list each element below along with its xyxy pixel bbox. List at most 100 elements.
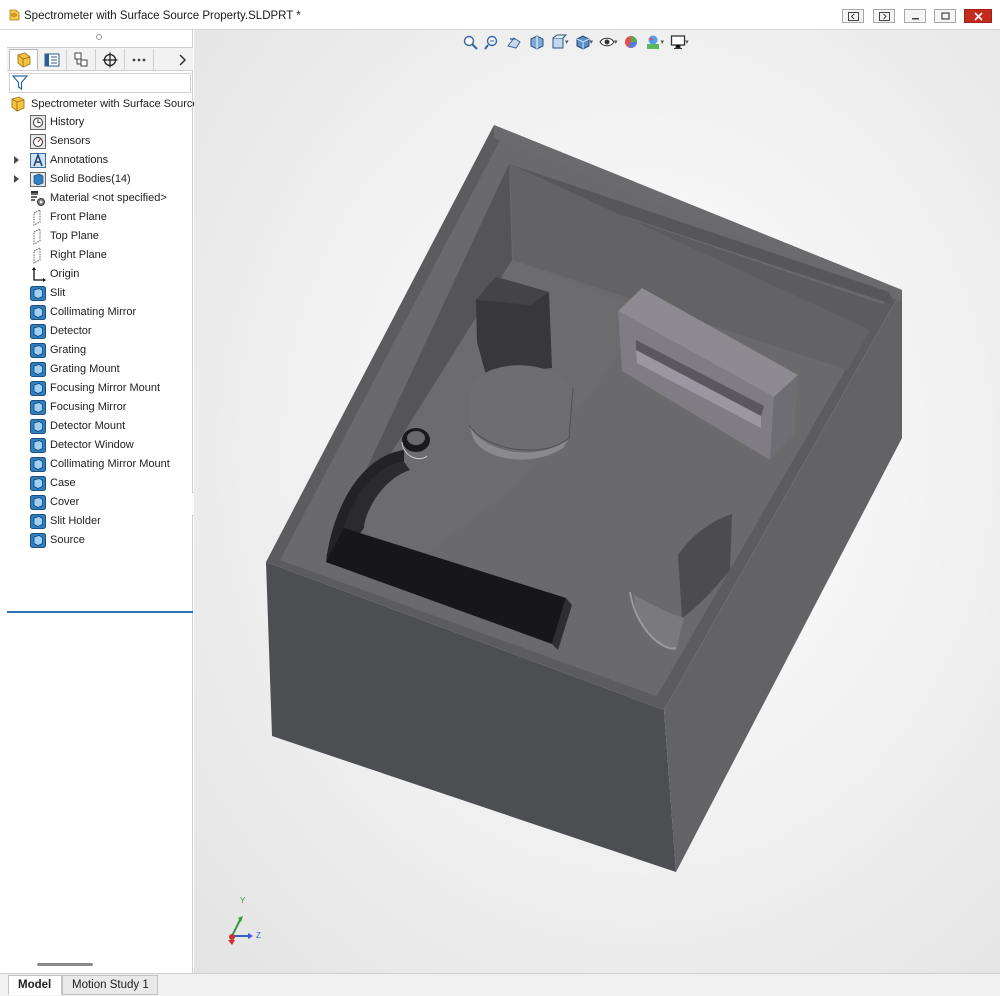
tree-item-label: Slit [50,287,66,299]
tree-item-grating[interactable]: Grating [7,341,193,360]
section-view-button[interactable] [525,32,547,52]
horizontal-scrollbar[interactable] [37,963,93,966]
plane-icon [33,228,41,245]
tree-item-detector-window[interactable]: Detector Window [7,436,193,455]
grating-mount[interactable] [476,277,552,375]
tree-item-sensors[interactable]: Sensors [7,132,193,151]
tree-item-label: Detector Window [50,439,134,451]
tree-item-focusing-mirror[interactable]: Focusing Mirror [7,398,193,417]
zoom-to-fit-button[interactable] [459,32,481,52]
dropdown-caret-icon[interactable]: ▾ [685,38,689,46]
tab-motion-study[interactable]: Motion Study 1 [62,975,158,995]
tile-right-button[interactable] [873,9,895,23]
tree-item-label: Sensors [50,135,91,147]
title-bar: Spectrometer with Surface Source Propert… [0,0,1000,30]
grating-pedestal[interactable] [468,365,574,460]
tree-item-material-not-specified[interactable]: Material <not specified> [7,189,193,208]
tree-item-slit-holder[interactable]: Slit Holder [7,512,193,531]
restore-button[interactable] [934,9,956,23]
body-icon [30,419,46,434]
tree-item-label: Detector [50,325,92,337]
tree-item-label: Grating Mount [50,363,120,375]
minimize-button[interactable] [904,9,926,23]
tree-item-label: Source [50,534,85,546]
tree-item-cover[interactable]: Cover [7,493,193,512]
dropdown-caret-icon[interactable]: ▾ [565,38,569,46]
tab-model[interactable]: Model [8,975,62,995]
body-icon [30,514,46,529]
annotations-icon [30,152,46,168]
tree-item-case[interactable]: Case [7,474,193,493]
tree-item-history[interactable]: History [7,113,193,132]
tree-item-slit[interactable]: Slit [7,284,193,303]
history-icon [30,115,46,130]
tree-item-annotations[interactable]: Annotations [7,151,193,170]
view-orientation-icon [552,34,567,48]
expand-panel-button[interactable] [167,49,196,70]
tree-item-origin[interactable]: Origin [7,265,193,284]
configuration-manager-tab[interactable] [67,49,96,70]
tree-item-label: History [50,116,85,128]
tree-item-label: Focusing Mirror Mount [50,382,161,394]
tree-item-label: Collimating Mirror Mount [50,458,170,470]
tree-item-collimating-mirror-mount[interactable]: Collimating Mirror Mount [7,455,193,474]
minimize-icon [912,18,919,20]
panel-grip[interactable] [96,34,102,40]
tile-left-icon [848,12,859,21]
body-icon [30,533,46,548]
tree-item-focusing-mirror-mount[interactable]: Focusing Mirror Mount [7,379,193,398]
tree-item-label: Solid Bodies(14) [50,173,131,185]
tree-item-top-plane[interactable]: Top Plane [7,227,193,246]
dropdown-caret-icon[interactable]: ▾ [614,38,618,46]
tree-end-rollback-bar[interactable] [7,611,193,613]
tree-item-label: Top Plane [50,230,99,242]
zoom-to-area-button[interactable] [481,32,503,52]
more-tabs-button[interactable] [125,49,154,70]
sensors-icon [30,134,46,149]
bottom-tab-bar: Model Motion Study 1 [0,973,1000,996]
tile-right-icon [879,12,890,21]
body-icon [30,400,46,415]
feature-manager-panel: Spectrometer with Surface Source History… [7,30,199,973]
expand-arrow-icon[interactable] [14,156,19,164]
tree-item-grating-mount[interactable]: Grating Mount [7,360,193,379]
tree-item-source[interactable]: Source [7,531,193,550]
tree-item-right-plane[interactable]: Right Plane [7,246,193,265]
tree-item-label: Cover [50,496,80,508]
tree-item-label: Detector Mount [50,420,126,432]
dropdown-caret-icon[interactable]: ▾ [661,38,665,46]
axis-triad-icon [228,916,253,945]
dimxpert-tab[interactable] [96,49,125,70]
dropdown-caret-icon[interactable]: ▾ [590,38,594,46]
tree-item-label: Case [50,477,76,489]
feature-manager-tab[interactable] [9,49,38,70]
tree-item-detector[interactable]: Detector [7,322,193,341]
body-icon [30,324,46,339]
property-manager-tab[interactable] [38,49,67,70]
body-icon [30,495,46,510]
body-icon [30,343,46,358]
tree-item-collimating-mirror[interactable]: Collimating Mirror [7,303,193,322]
tree-item-label: Right Plane [50,249,107,261]
property-manager-icon [44,53,60,66]
tree-item-label: Slit Holder [50,515,101,527]
graphics-area[interactable]: ▾ ▾ ▾ ▾ ▾ Y Z [194,30,1000,973]
tree-item-front-plane[interactable]: Front Plane [7,208,193,227]
expand-arrow-icon[interactable] [14,175,19,183]
plane-icon [33,247,41,264]
close-button[interactable] [964,9,992,23]
tree-root-part[interactable]: Spectrometer with Surface Source [10,94,199,113]
tree-item-solid-bodies-14[interactable]: Solid Bodies(14) [7,170,193,189]
origin-icon [32,267,46,282]
tree-filter-field[interactable] [9,73,191,93]
previous-view-icon [506,36,521,49]
tree-item-label: Material <not specified> [50,192,167,204]
tree-item-detector-mount[interactable]: Detector Mount [7,417,193,436]
previous-view-button[interactable] [503,32,525,52]
close-icon [974,12,983,21]
tile-left-button[interactable] [842,9,864,23]
model-view[interactable] [194,30,1000,973]
edit-appearance-button[interactable] [621,32,643,52]
tree-item-label: Front Plane [50,211,107,223]
dimxpert-icon [102,52,118,67]
